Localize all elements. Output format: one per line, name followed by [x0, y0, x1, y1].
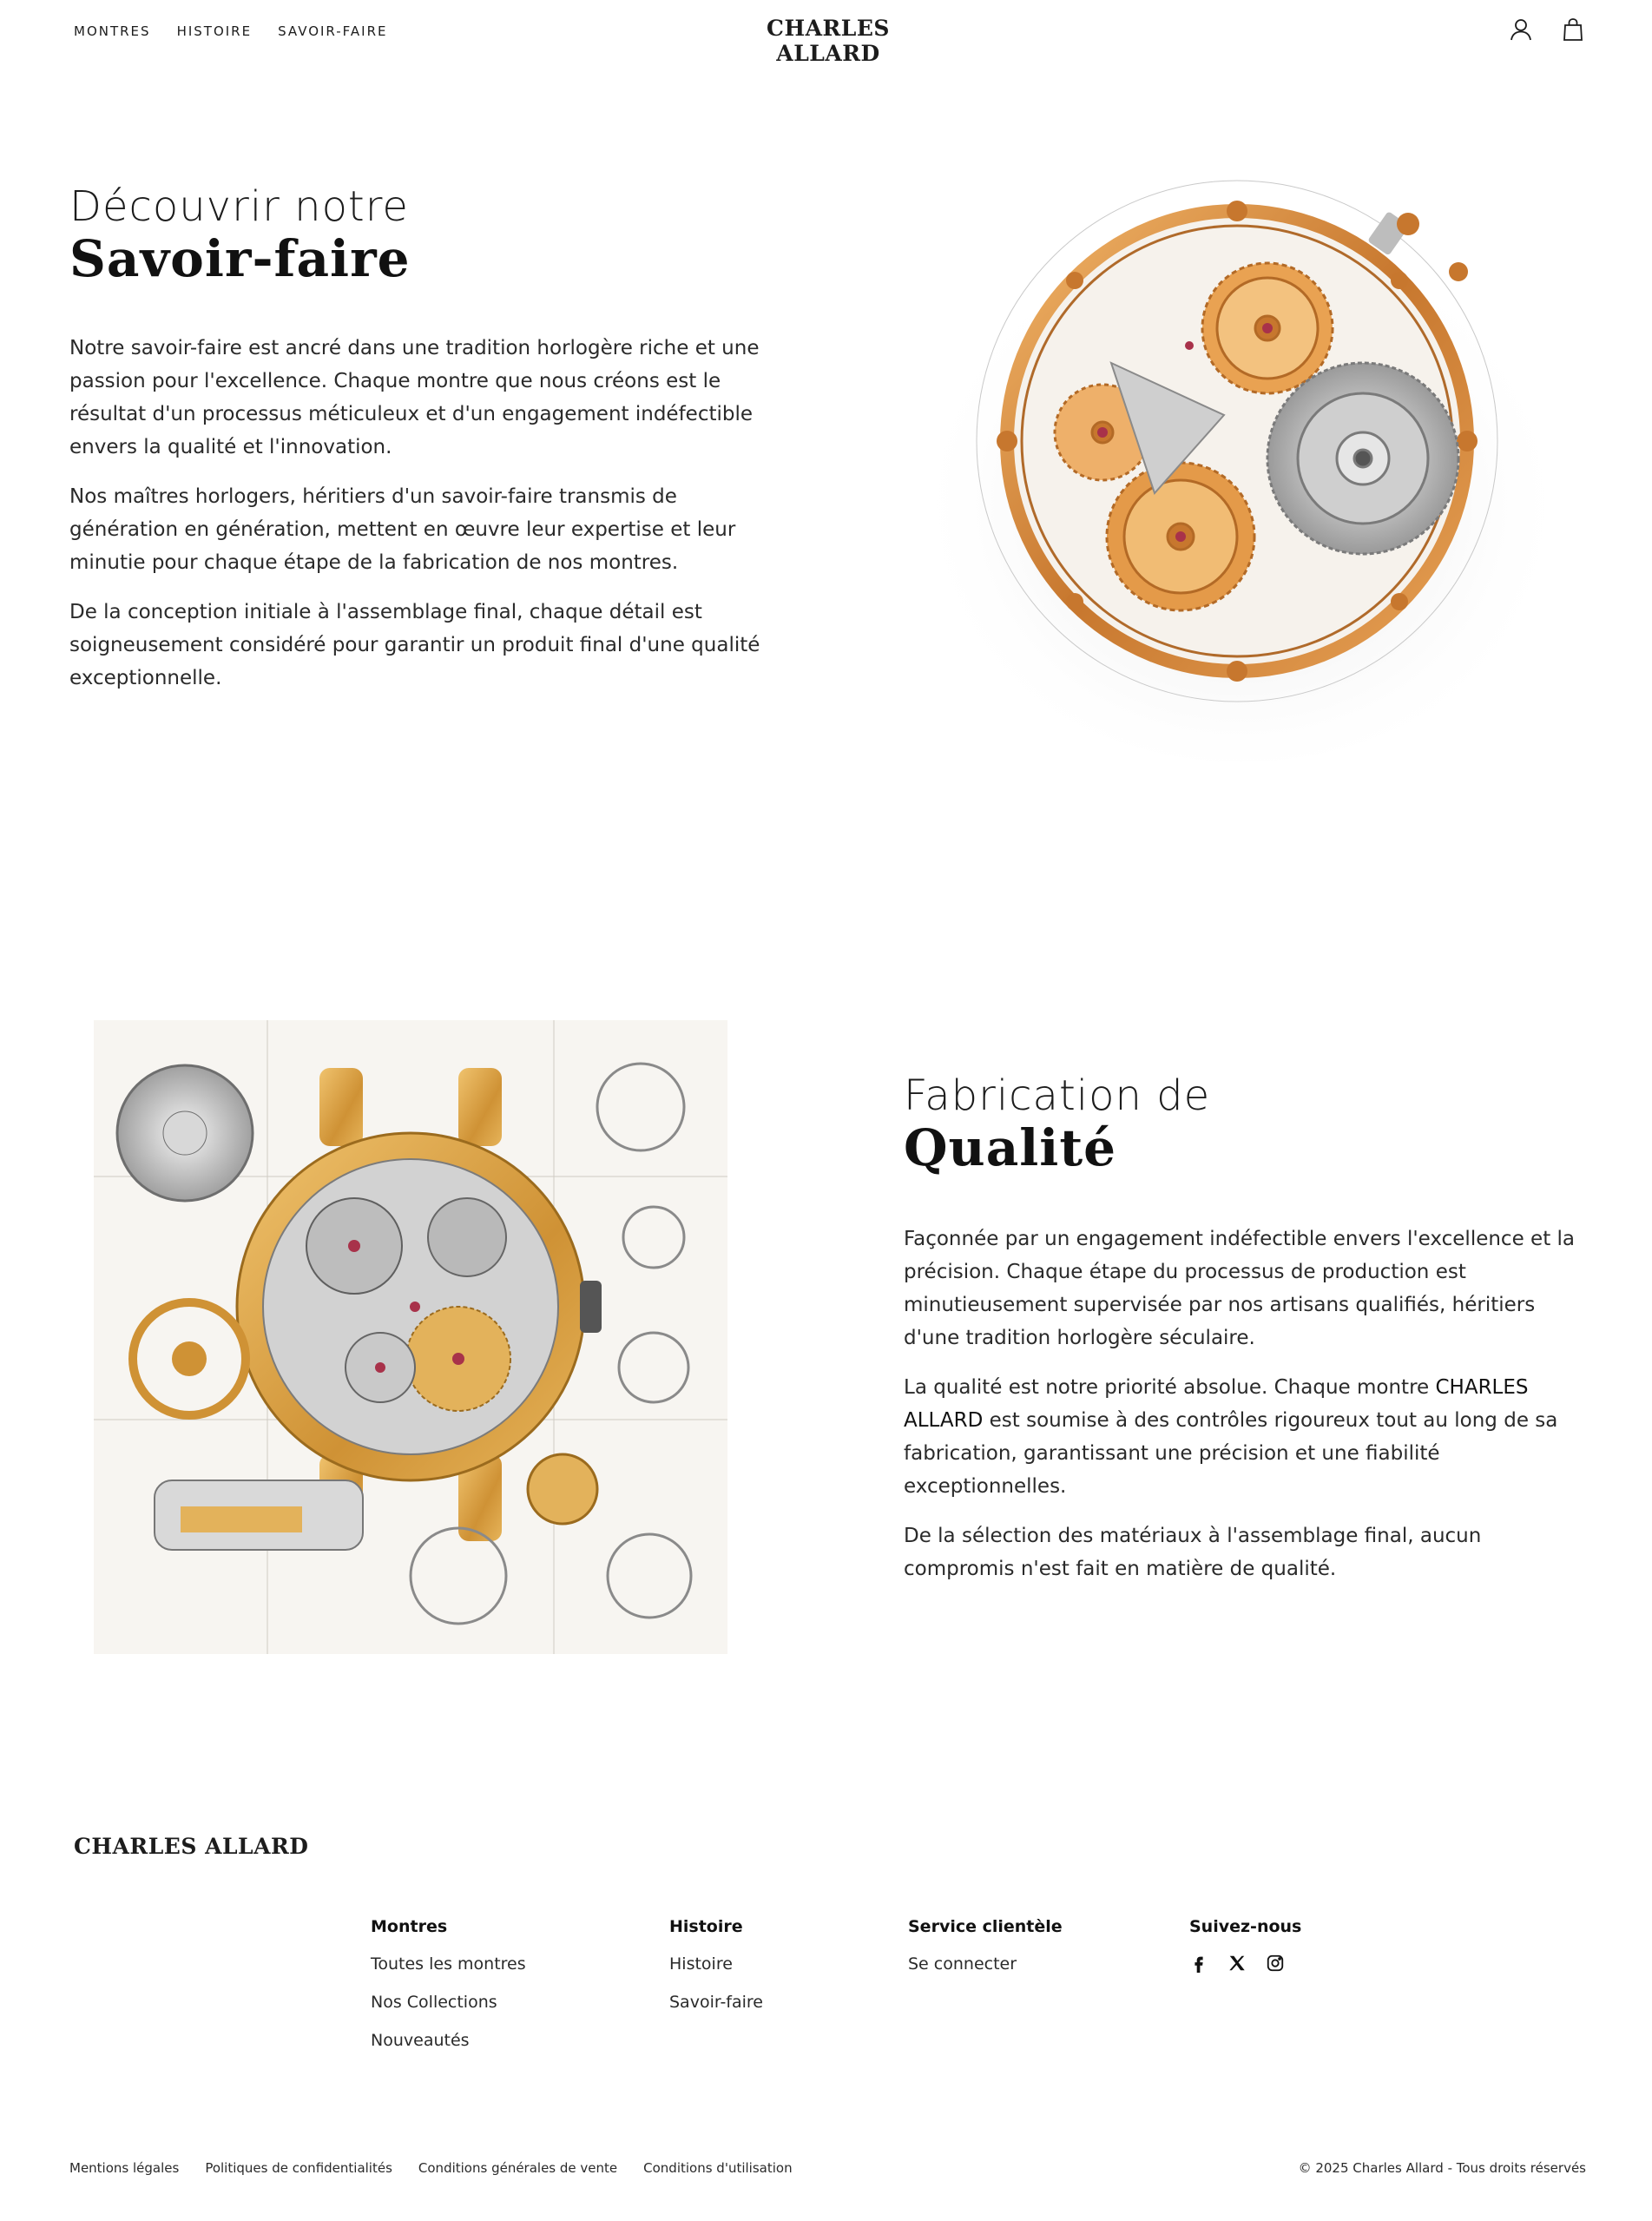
heading-light: Découvrir notre: [69, 182, 409, 231]
legal-link-mentions[interactable]: Mentions légales: [69, 2160, 179, 2176]
footer-brand-logo[interactable]: CHARLES ALLARD: [74, 1834, 309, 1859]
bag-icon[interactable]: [1562, 17, 1584, 42]
footer-col-suivez-nous: Suivez-nous: [1189, 1917, 1301, 1973]
savoir-faire-text: Notre savoir-faire est ancré dans une tr…: [69, 332, 764, 711]
user-icon[interactable]: [1510, 17, 1532, 42]
paragraph: Nos maîtres horlogers, héritiers d'un sa…: [69, 485, 736, 574]
heading-serif: Savoir-faire: [69, 228, 411, 288]
footer-col-service: Service clientèle Se connecter: [908, 1917, 1063, 1992]
facebook-icon[interactable]: [1189, 1954, 1208, 1973]
footer-col-title: Service clientèle: [908, 1917, 1063, 1936]
footer-col-title: Histoire: [669, 1917, 743, 1936]
paragraph: De la sélection des matériaux à l'assemb…: [904, 1525, 1482, 1580]
footer-link-toutes-les-montres[interactable]: Toutes les montres: [371, 1954, 526, 1974]
footer-col-montres: Montres Toutes les montres Nos Collectio…: [371, 1917, 526, 2068]
footer-col-title: Suivez-nous: [1189, 1917, 1302, 1936]
nav-histoire[interactable]: HISTOIRE: [177, 23, 253, 39]
main-nav: MONTRES HISTOIRE SAVOIR-FAIRE: [74, 23, 388, 39]
legal-link-cgv[interactable]: Conditions générales de vente: [418, 2160, 617, 2176]
footer-link-nos-collections[interactable]: Nos Collections: [371, 1992, 526, 2013]
text-before: La qualité est notre priorité absolue. C…: [904, 1376, 1436, 1399]
watch-blueprint-illustration: [94, 1020, 727, 1654]
instagram-icon[interactable]: [1266, 1954, 1285, 1973]
brand-logo[interactable]: CHARLES ALLARD: [724, 16, 932, 66]
legal-link-cgu[interactable]: Conditions d'utilisation: [643, 2160, 792, 2176]
legal-link-confidentialite[interactable]: Politiques de confidentialités: [205, 2160, 392, 2176]
footer-link-savoir-faire[interactable]: Savoir-faire: [669, 1992, 763, 2013]
footer-link-se-connecter[interactable]: Se connecter: [908, 1954, 1063, 1974]
heading-serif: Qualité: [904, 1117, 1117, 1177]
paragraph-brand: La qualité est notre priorité absolue. C…: [904, 1371, 1589, 1503]
x-icon[interactable]: [1227, 1954, 1247, 1973]
copyright: © 2025 Charles Allard - Tous droits rése…: [1298, 2160, 1586, 2176]
footer-link-histoire[interactable]: Histoire: [669, 1954, 763, 1974]
qualite-heading: Fabrication de Qualité: [904, 1073, 1210, 1176]
qualite-text: Façonnée par un engagement indéfectible …: [904, 1223, 1589, 1602]
text-after: est soumise à des contrôles rigoureux to…: [904, 1409, 1558, 1498]
footer-col-title: Montres: [371, 1917, 448, 1936]
header-icons: [1510, 17, 1584, 42]
paragraph: Notre savoir-faire est ancré dans une tr…: [69, 337, 760, 458]
footer-link-nouveautes[interactable]: Nouveautés: [371, 2030, 526, 2051]
legal-links: Mentions légales Politiques de confident…: [69, 2160, 793, 2176]
nav-montres[interactable]: MONTRES: [74, 23, 151, 39]
nav-savoir-faire[interactable]: SAVOIR-FAIRE: [278, 23, 387, 39]
savoir-faire-heading: Découvrir notre Savoir-faire: [69, 184, 411, 287]
paragraph: De la conception initiale à l'assemblage…: [69, 601, 760, 689]
paragraph: Façonnée par un engagement indéfectible …: [904, 1228, 1576, 1349]
watch-movement-illustration: [912, 180, 1571, 762]
heading-light: Fabrication de: [904, 1071, 1211, 1120]
site-header: MONTRES HISTOIRE SAVOIR-FAIRE CHARLES AL…: [0, 0, 1652, 66]
social-links: [1189, 1954, 1301, 1973]
footer-col-histoire: Histoire Histoire Savoir-faire: [669, 1917, 763, 2030]
